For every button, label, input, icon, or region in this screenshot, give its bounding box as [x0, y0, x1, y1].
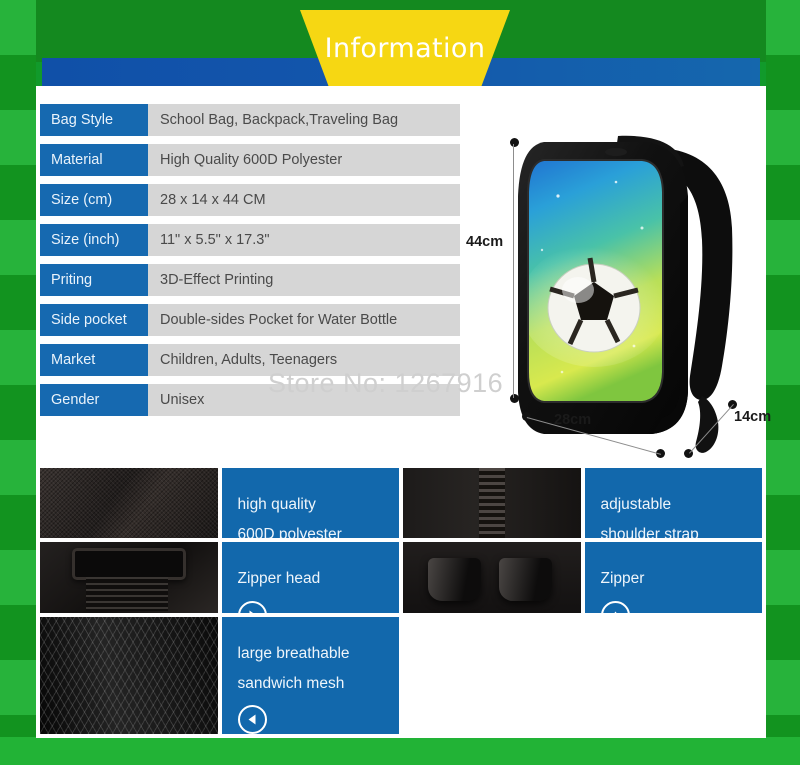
table-row: Priting 3D-Effect Printing [40, 264, 466, 296]
grass-block [0, 0, 36, 55]
feature-caption-line: Zipper head [237, 570, 321, 588]
grass-block [0, 275, 36, 330]
grass-block [0, 385, 36, 440]
row-value: Double-sides Pocket for Water Bottle [160, 312, 398, 328]
row-label: Size (cm) [40, 184, 148, 216]
row-label: Priting [40, 264, 148, 296]
grass-block [0, 55, 36, 110]
row-label: Material [40, 144, 148, 176]
dim-dot-height-top [510, 138, 519, 147]
row-value: Unisex [160, 392, 205, 408]
specification-table: Bag Style School Bag, Backpack,Traveling … [40, 104, 466, 424]
feature-caption-line: Zipper [600, 570, 645, 588]
grass-left-column [0, 0, 36, 765]
grass-block [766, 110, 800, 165]
feature-zipper-head: Zipper head [221, 542, 399, 613]
grass-block [0, 660, 36, 715]
dim-label-width: 28cm [554, 412, 592, 428]
grass-block [766, 165, 800, 220]
grass-block [766, 385, 800, 440]
texture-image [40, 616, 218, 734]
row-value: Children, Adults, Teenagers [160, 352, 338, 368]
sandwich-mesh-photo [40, 616, 218, 734]
row-value: 28 x 14 x 44 CM [160, 192, 266, 208]
table-row: Side pocket Double-sides Pocket for Water… [40, 304, 466, 336]
grass-block [766, 660, 800, 715]
feature-zipper: Zipper [584, 542, 762, 613]
content-card: Bag Style School Bag, Backpack,Traveling … [36, 86, 771, 738]
table-row: Bag Style School Bag, Backpack,Traveling … [40, 104, 466, 136]
row-value: School Bag, Backpack,Traveling Bag [160, 112, 399, 128]
grass-block [766, 330, 800, 385]
texture-image [403, 468, 581, 539]
grass-right-column [766, 0, 800, 765]
grass-block [766, 605, 800, 660]
arrow-right-icon [237, 600, 267, 613]
table-row: Size (inch) 11" x 5.5" x 17.3" [40, 224, 466, 256]
grass-block [0, 605, 36, 660]
zipper-track-photo [403, 468, 581, 539]
table-row: Gender Unisex [40, 384, 466, 416]
grass-block [0, 110, 36, 165]
grass-block [0, 165, 36, 220]
product-information-graphic: Information Bag Style School Bag, Backpac… [0, 0, 800, 765]
texture-image [40, 542, 218, 613]
row-value: 11" x 5.5" x 17.3" [160, 232, 270, 248]
grass-block [766, 55, 800, 110]
table-row: Market Children, Adults, Teenagers [40, 344, 466, 376]
grass-block [766, 220, 800, 275]
texture-image [40, 468, 218, 539]
row-label: Bag Style [40, 104, 148, 136]
feature-caption-line: 600D polyester [237, 526, 342, 539]
row-label: Gender [40, 384, 148, 416]
shoulder-strap-buckle-photo [40, 542, 218, 613]
feature-caption-line: large breathable [237, 644, 350, 662]
dim-label-height: 44cm [466, 234, 504, 250]
grass-block [766, 550, 800, 605]
soccer-print-panel [528, 160, 663, 402]
feature-sandwich-mesh: large breathable sandwich mesh [221, 616, 399, 734]
top-zipper-pull [605, 148, 627, 156]
row-value: High Quality 600D Polyester [160, 152, 343, 168]
grass-block [766, 0, 800, 55]
grass-block [766, 495, 800, 550]
grass-block [766, 275, 800, 330]
feature-600d-polyester: high quality 600D polyester [221, 468, 399, 539]
zipper-head-photo [403, 542, 581, 613]
row-label: Size (inch) [40, 224, 148, 256]
feature-caption-line: high quality [237, 496, 316, 513]
arrow-left-icon [237, 705, 267, 734]
grass-block [0, 550, 36, 605]
fabric-closeup-photo [40, 468, 218, 539]
row-label: Market [40, 344, 148, 376]
feature-caption-line: shoulder strap [600, 526, 699, 539]
grass-block [0, 330, 36, 385]
table-row: Material High Quality 600D Polyester [40, 144, 466, 176]
texture-image [403, 542, 581, 613]
dim-dot-height-bottom [510, 394, 519, 403]
row-label: Side pocket [40, 304, 148, 336]
page-title: Information [324, 32, 486, 64]
grass-block [0, 440, 36, 495]
grass-block [0, 495, 36, 550]
backpack-illustration [518, 135, 733, 453]
table-row: Size (cm) 28 x 14 x 44 CM [40, 184, 466, 216]
grass-block [0, 220, 36, 275]
row-value: 3D-Effect Printing [160, 272, 274, 288]
feature-adjustable-shoulder-strap: adjustable shoulder strap [584, 468, 762, 539]
arrow-up-icon [600, 600, 630, 613]
feature-grid: high quality 600D polyester adjustable shou… [40, 468, 762, 734]
grass-bottom-band [0, 737, 800, 765]
dim-line-height [513, 144, 514, 398]
grass-block [766, 440, 800, 495]
feature-caption-line: adjustable [600, 496, 672, 513]
dim-label-depth: 14cm [734, 409, 772, 425]
feature-caption-line: sandwich mesh [237, 674, 345, 692]
backpack-dimension-diagram: 44cm 28cm 14cm [466, 100, 771, 520]
